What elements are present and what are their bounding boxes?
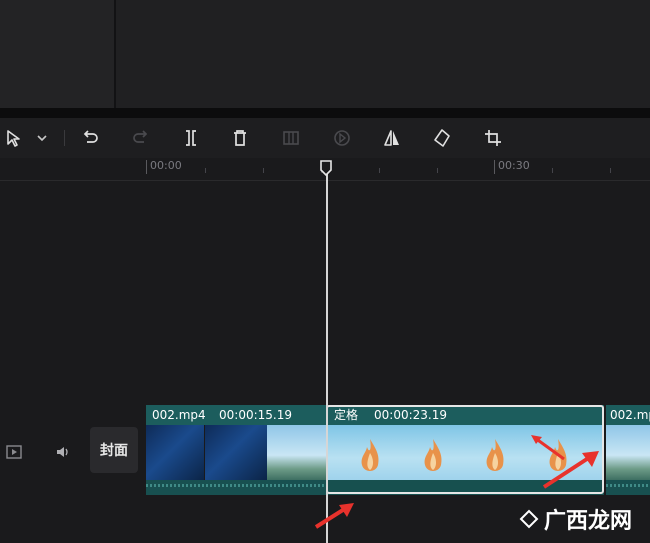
ruler-tick <box>146 160 147 174</box>
ruler-tick <box>437 168 438 173</box>
clip-name: 002.mp4 <box>610 408 650 422</box>
redo-icon[interactable] <box>131 128 151 148</box>
ruler-tick <box>552 168 553 173</box>
speaker-icon[interactable] <box>55 444 71 458</box>
split-icon[interactable] <box>181 128 201 148</box>
reverse-icon[interactable] <box>332 128 352 148</box>
playhead-handle[interactable] <box>320 160 332 176</box>
toolbar-divider <box>64 130 65 146</box>
annotation-arrow-icon <box>314 503 354 529</box>
cover-button[interactable]: 封面 <box>90 427 138 473</box>
watermark: 广西龙网 <box>518 503 632 535</box>
ruler-tick <box>494 160 495 174</box>
ruler-label-mid: 00:30 <box>498 159 530 172</box>
chevron-down-icon[interactable] <box>32 128 47 148</box>
preview-right-panel <box>116 0 650 108</box>
video-clip[interactable]: 002.mp4 <box>606 405 650 495</box>
clip-thumbnails <box>146 425 326 480</box>
clip-thumbnails <box>606 425 650 480</box>
mirror-icon[interactable] <box>382 128 402 148</box>
ruler-tick <box>379 168 380 173</box>
ruler-tick <box>205 168 206 173</box>
clip-header: 002.mp4 00:00:15.19 <box>146 405 326 425</box>
ruler-tick <box>610 168 611 173</box>
audio-waveform <box>606 480 650 495</box>
audio-waveform <box>146 480 326 495</box>
playhead-line[interactable] <box>326 170 328 543</box>
clip-duration: 00:00:15.19 <box>219 408 292 422</box>
timeline-toolbar <box>0 118 650 158</box>
video-track-icon[interactable] <box>6 444 22 459</box>
freeze-icon[interactable] <box>281 128 301 148</box>
ruler-label-start: 00:00 <box>150 159 182 172</box>
ruler-tick <box>263 168 264 173</box>
crop-icon[interactable] <box>483 128 503 148</box>
clip-name: 002.mp4 <box>152 408 206 422</box>
clip-header: 002.mp4 <box>606 405 650 425</box>
video-clip[interactable]: 002.mp4 00:00:15.19 <box>146 405 326 495</box>
preview-left-panel <box>0 0 114 108</box>
select-arrow-icon[interactable] <box>4 128 24 148</box>
thumbnail <box>205 425 267 480</box>
delete-icon[interactable] <box>230 128 250 148</box>
watermark-text: 广西龙网 <box>543 509 632 534</box>
panel-splitter[interactable] <box>0 108 650 118</box>
annotation-arrow-icon <box>542 451 599 489</box>
thumbnail <box>146 425 204 480</box>
thumbnail <box>267 425 326 480</box>
undo-icon[interactable] <box>80 128 100 148</box>
rotate-icon[interactable] <box>432 128 452 148</box>
thumbnail <box>606 425 650 480</box>
watermark-logo-icon <box>519 509 539 529</box>
